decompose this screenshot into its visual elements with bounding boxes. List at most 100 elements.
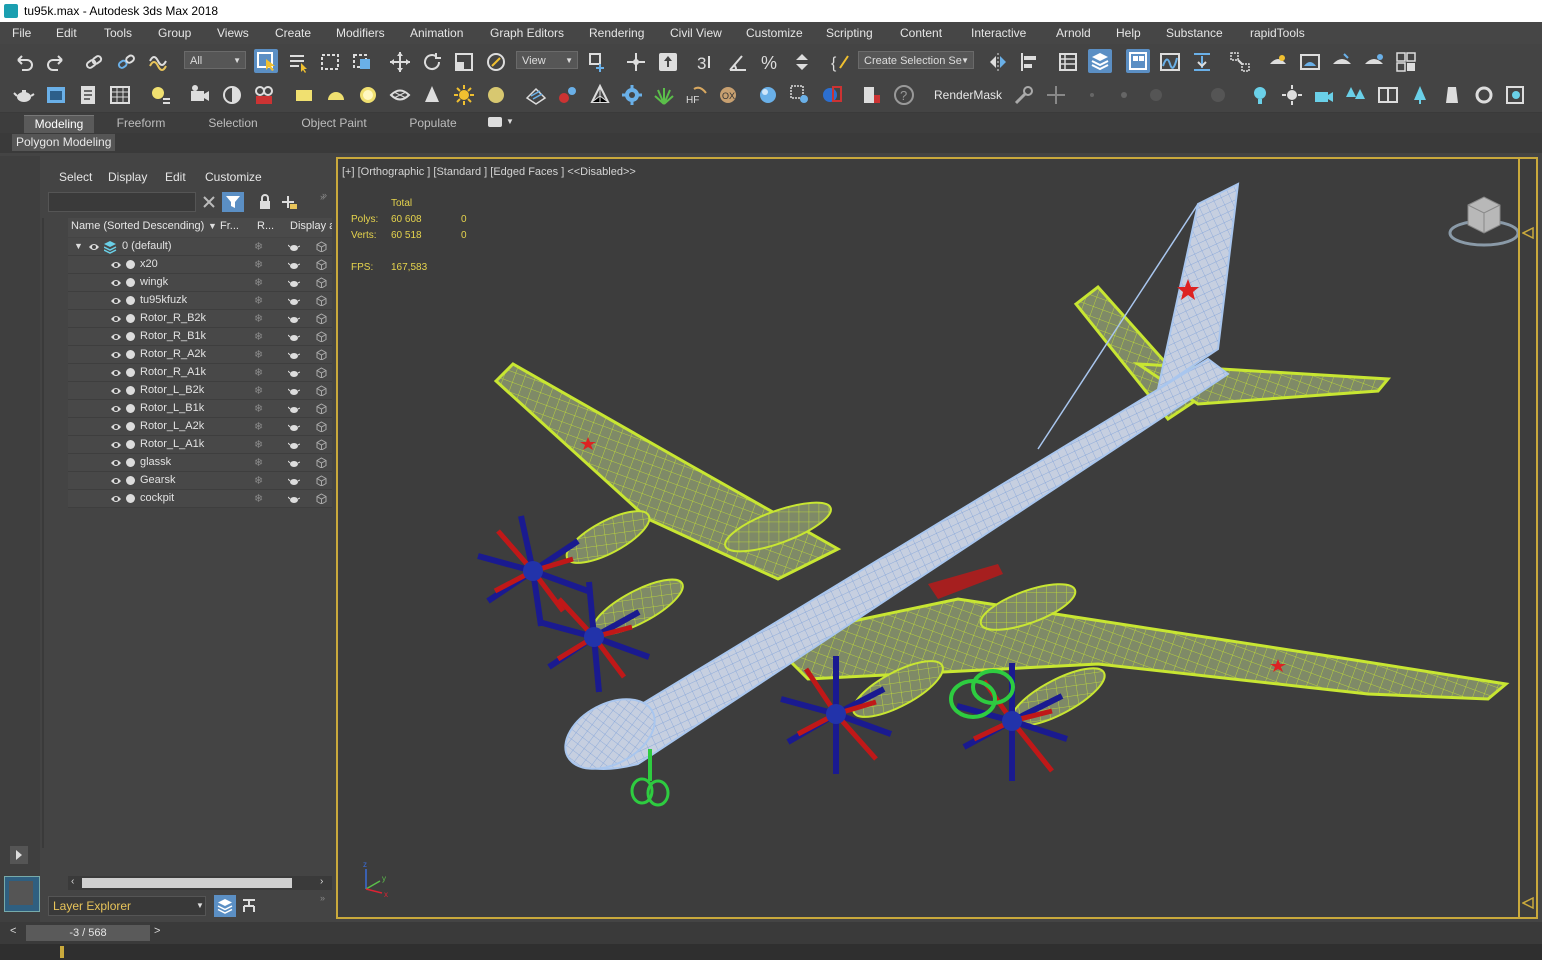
render-cloud-icon[interactable] bbox=[1394, 50, 1418, 74]
time-next-icon[interactable]: > bbox=[154, 925, 160, 937]
cone-primitive-icon[interactable] bbox=[420, 83, 444, 107]
visibility-eye-icon[interactable] bbox=[110, 332, 122, 342]
layer-expand-icon[interactable]: ▼ bbox=[74, 241, 83, 251]
col-display-header[interactable]: Display a bbox=[290, 220, 332, 232]
renderable-teapot-icon[interactable] bbox=[288, 367, 300, 378]
viewport-perspective[interactable]: [+] [Orthographic ] [Standard ] [Edged F… bbox=[336, 157, 1538, 919]
timeline-marker[interactable] bbox=[60, 946, 64, 958]
ref-coord-dropdown[interactable]: View ▼ bbox=[516, 51, 578, 69]
object-row[interactable]: x20 ❄ bbox=[68, 256, 332, 274]
sphere-primitive-icon[interactable] bbox=[356, 83, 380, 107]
freeze-icon[interactable]: ❄ bbox=[254, 402, 263, 415]
window-crossing-icon[interactable] bbox=[350, 50, 374, 74]
layer-render-teapot-icon[interactable] bbox=[288, 241, 300, 252]
scale-icon[interactable] bbox=[452, 50, 476, 74]
time-slider[interactable]: -3 / 568 bbox=[26, 925, 150, 941]
object-row[interactable]: Rotor_R_B2k ❄ bbox=[68, 310, 332, 328]
ribbon-options-icon[interactable] bbox=[488, 117, 502, 127]
viewcube-icon[interactable] bbox=[1446, 191, 1522, 251]
object-row[interactable]: glassk ❄ bbox=[68, 454, 332, 472]
renderable-teapot-icon[interactable] bbox=[288, 313, 300, 324]
object-row[interactable]: Rotor_L_B1k ❄ bbox=[68, 400, 332, 418]
place-icon[interactable] bbox=[484, 50, 508, 74]
menu-customize[interactable]: Customize bbox=[746, 26, 803, 40]
renderable-teapot-icon[interactable] bbox=[288, 439, 300, 450]
freeze-icon[interactable]: ❄ bbox=[254, 492, 263, 505]
scrollbar-thumb[interactable] bbox=[82, 878, 292, 888]
visibility-eye-icon[interactable] bbox=[110, 314, 122, 324]
timeline-track[interactable] bbox=[0, 944, 1542, 960]
visibility-eye-icon[interactable] bbox=[110, 440, 122, 450]
menu-civil-view[interactable]: Civil View bbox=[670, 26, 722, 40]
pivot-center-icon[interactable] bbox=[586, 50, 610, 74]
menu-arnold[interactable]: Arnold bbox=[1056, 26, 1091, 40]
render-production-icon[interactable] bbox=[1330, 50, 1354, 74]
explorer-type-dropdown[interactable]: Layer Explorer bbox=[48, 896, 206, 916]
tab-populate[interactable]: Populate bbox=[398, 115, 468, 132]
visibility-eye-icon[interactable] bbox=[110, 260, 122, 270]
material-sphere-icon[interactable] bbox=[756, 83, 780, 107]
display-box-icon[interactable] bbox=[316, 457, 327, 468]
freeze-icon[interactable]: ❄ bbox=[254, 312, 263, 325]
curve-editor-icon[interactable] bbox=[1158, 50, 1182, 74]
freeze-icon[interactable]: ❄ bbox=[254, 276, 263, 289]
magnifier-render-icon[interactable] bbox=[788, 83, 812, 107]
batch-render-icon[interactable] bbox=[860, 83, 884, 107]
exposure-icon[interactable] bbox=[220, 83, 244, 107]
hemisphere-primitive-icon[interactable] bbox=[324, 83, 348, 107]
hierarchy-toggle-icon[interactable] bbox=[240, 897, 258, 915]
display-box-icon[interactable] bbox=[316, 277, 327, 288]
menu-file[interactable]: File bbox=[12, 26, 31, 40]
bind-space-warp-icon[interactable] bbox=[146, 50, 170, 74]
tab-modeling[interactable]: Modeling bbox=[24, 115, 94, 133]
object-row[interactable]: Rotor_L_B2k ❄ bbox=[68, 382, 332, 400]
object-row[interactable]: Gearsk ❄ bbox=[68, 472, 332, 490]
arnold-sun-icon[interactable] bbox=[1280, 83, 1304, 107]
explorer-horizontal-scrollbar[interactable]: ‹ › bbox=[68, 876, 332, 890]
mirror-icon[interactable] bbox=[986, 50, 1010, 74]
skylight-icon[interactable] bbox=[484, 83, 508, 107]
display-box-icon[interactable] bbox=[316, 259, 327, 270]
clear-search-icon[interactable] bbox=[201, 194, 217, 210]
renderable-teapot-icon[interactable] bbox=[288, 475, 300, 486]
explorer-menu-edit[interactable]: Edit bbox=[165, 170, 186, 184]
object-row[interactable]: Rotor_R_A1k ❄ bbox=[68, 364, 332, 382]
display-box-icon[interactable] bbox=[316, 475, 327, 486]
select-manipulate-icon[interactable] bbox=[624, 50, 648, 74]
display-box-icon[interactable] bbox=[316, 331, 327, 342]
explorer-footer-more-icon[interactable]: » bbox=[320, 893, 325, 903]
object-row[interactable]: wingk ❄ bbox=[68, 274, 332, 292]
edit-named-sel-icon[interactable]: { bbox=[828, 50, 852, 74]
visibility-eye-icon[interactable] bbox=[110, 494, 122, 504]
scatter-icon[interactable] bbox=[524, 83, 548, 107]
explorer-menu-customize[interactable]: Customize bbox=[205, 170, 262, 184]
visibility-eye-icon[interactable] bbox=[110, 476, 122, 486]
layer-visibility-eye-icon[interactable] bbox=[88, 242, 100, 252]
time-prev-icon[interactable]: < bbox=[10, 925, 16, 937]
visibility-eye-icon[interactable] bbox=[110, 368, 122, 378]
foliage-icon[interactable] bbox=[652, 83, 676, 107]
move-icon[interactable] bbox=[388, 50, 412, 74]
visibility-eye-icon[interactable] bbox=[110, 350, 122, 360]
layer-row[interactable]: ▼ 0 (default) ❄ bbox=[68, 238, 332, 256]
display-box-icon[interactable] bbox=[316, 295, 327, 306]
lock-icon[interactable] bbox=[258, 194, 272, 210]
add-layer-icon[interactable] bbox=[280, 194, 298, 210]
ox-texture-icon[interactable]: OX bbox=[716, 83, 740, 107]
display-box-icon[interactable] bbox=[316, 313, 327, 324]
layer-explorer-toggle-icon[interactable] bbox=[214, 895, 236, 917]
col-name-header[interactable]: Name (Sorted Descending) bbox=[71, 220, 211, 232]
visibility-eye-icon[interactable] bbox=[110, 422, 122, 432]
ribbon-options-chevron-icon[interactable]: ▼ bbox=[506, 117, 514, 126]
col-frozen-header[interactable]: Fr... bbox=[220, 220, 248, 232]
object-row[interactable]: Rotor_L_A1k ❄ bbox=[68, 436, 332, 454]
menu-rendering[interactable]: Rendering bbox=[589, 26, 644, 40]
explorer-menu-select[interactable]: Select bbox=[59, 170, 92, 184]
renderable-teapot-icon[interactable] bbox=[288, 457, 300, 468]
visibility-eye-icon[interactable] bbox=[110, 386, 122, 396]
display-box-icon[interactable] bbox=[316, 349, 327, 360]
angle-snap-icon[interactable] bbox=[726, 50, 750, 74]
percent-snap-icon[interactable]: % bbox=[758, 50, 782, 74]
spinner-snap-icon[interactable] bbox=[790, 50, 814, 74]
freeze-icon[interactable]: ❄ bbox=[254, 420, 263, 433]
